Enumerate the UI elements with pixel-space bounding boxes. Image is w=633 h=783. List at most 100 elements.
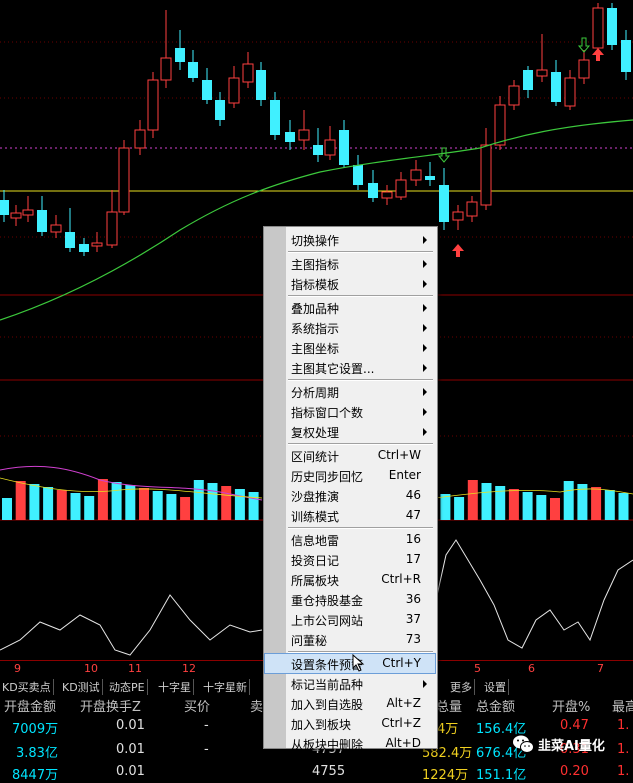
cell: 3.83亿 bbox=[16, 746, 58, 761]
candle-body-up bbox=[160, 57, 172, 81]
menu-item[interactable]: 信息地雷 16 bbox=[265, 530, 435, 549]
menu-item[interactable]: 主图指标 bbox=[265, 254, 435, 273]
submenu-arrow-icon bbox=[423, 344, 427, 352]
cell: 4755 bbox=[312, 764, 346, 779]
col-volume: 总量 bbox=[436, 700, 463, 715]
cell: - bbox=[204, 742, 209, 757]
menu-item-shortcut: Alt+D bbox=[385, 736, 421, 750]
tab-kd-test[interactable]: KD测试 bbox=[60, 679, 103, 695]
cell: 7009万 bbox=[12, 722, 59, 737]
submenu-arrow-icon bbox=[423, 324, 427, 332]
col-open-turnover: 开盘换手Z bbox=[80, 700, 141, 715]
menu-item[interactable]: 所属板块 Ctrl+R bbox=[265, 570, 435, 589]
candle-body-down bbox=[439, 185, 449, 222]
menu-item[interactable]: 系统指示 bbox=[265, 318, 435, 337]
menu-item-label: 从板块中删除 bbox=[291, 738, 364, 752]
date-tick: 9 bbox=[14, 662, 21, 675]
menu-item-label: 问董秘 bbox=[291, 634, 328, 648]
menu-item[interactable]: 复权处理 bbox=[265, 422, 435, 441]
menu-item[interactable]: 标记当前品种 bbox=[265, 674, 435, 693]
menu-item[interactable]: 上市公司网站 37 bbox=[265, 610, 435, 629]
volume-bar bbox=[481, 483, 492, 520]
candle-body-down bbox=[285, 132, 295, 142]
col-open-amount: 开盘金额 bbox=[4, 700, 57, 715]
menu-item[interactable]: 重仓持股基金 36 bbox=[265, 590, 435, 609]
menu-item[interactable]: 历史同步回忆 Enter bbox=[265, 466, 435, 485]
menu-item[interactable]: 加入到板块 Ctrl+Z bbox=[265, 714, 435, 733]
candle-body-down bbox=[37, 210, 47, 232]
volume-bar bbox=[166, 494, 177, 520]
menu-item[interactable]: 主图其它设置... bbox=[265, 358, 435, 377]
volume-bar bbox=[152, 491, 163, 520]
tab-kd-signal[interactable]: KD买卖点 bbox=[0, 679, 54, 695]
tab-dynamic-pe[interactable]: 动态PE bbox=[107, 679, 148, 695]
volume-bar bbox=[193, 480, 204, 520]
menu-separator bbox=[288, 443, 433, 445]
menu-item[interactable]: 沙盘推演 46 bbox=[265, 486, 435, 505]
candle-body-up bbox=[50, 224, 62, 233]
candle-body-up bbox=[242, 63, 254, 83]
candle-body-up bbox=[564, 77, 576, 107]
candle-body-down bbox=[0, 200, 9, 215]
cell: - bbox=[204, 718, 209, 733]
menu-item[interactable]: 分析周期 bbox=[265, 382, 435, 401]
cell: 1224万 bbox=[422, 768, 469, 783]
menu-separator bbox=[288, 251, 433, 253]
menu-item[interactable]: 投资日记 17 bbox=[265, 550, 435, 569]
volume-bar bbox=[43, 487, 54, 520]
cell: 1. bbox=[617, 718, 630, 733]
menu-item-shortcut: 16 bbox=[405, 532, 421, 546]
candle-body-down bbox=[256, 70, 266, 100]
volume-bar bbox=[508, 489, 519, 520]
menu-item[interactable]: 训练模式 47 bbox=[265, 506, 435, 525]
candle-body-up bbox=[452, 211, 464, 221]
candle-body-up bbox=[118, 147, 130, 213]
candle-body-up bbox=[592, 7, 604, 49]
cell: 0.01 bbox=[116, 718, 145, 733]
down-arrow-icon bbox=[437, 147, 451, 163]
cell: 8447万 bbox=[12, 768, 59, 783]
menu-item[interactable]: 指标模板 bbox=[265, 274, 435, 293]
candle-body-down bbox=[175, 48, 185, 62]
volume-bar bbox=[29, 484, 40, 520]
menu-item-shortcut: 73 bbox=[405, 632, 421, 646]
submenu-arrow-icon bbox=[423, 428, 427, 436]
menu-item-label: 指标模板 bbox=[291, 278, 340, 292]
volume-bar bbox=[125, 485, 136, 520]
oscillator-path bbox=[0, 594, 263, 656]
volume-bar bbox=[97, 479, 108, 520]
menu-item[interactable]: 问董秘 73 bbox=[265, 630, 435, 649]
menu-item-label: 信息地雷 bbox=[291, 534, 340, 548]
menu-item[interactable]: 加入到自选股 Alt+Z bbox=[265, 694, 435, 713]
candle-body-down bbox=[65, 232, 75, 248]
menu-item-label: 投资日记 bbox=[291, 554, 340, 568]
candle-body-up bbox=[578, 59, 590, 79]
cell: 0.20 bbox=[560, 764, 589, 779]
menu-item-shortcut: 46 bbox=[405, 488, 421, 502]
menu-item-label: 主图坐标 bbox=[291, 342, 340, 356]
menu-item[interactable]: 叠加品种 bbox=[265, 298, 435, 317]
volume-bar bbox=[84, 496, 95, 520]
volume-bar bbox=[604, 490, 615, 520]
menu-item-shortcut: Ctrl+R bbox=[381, 572, 421, 586]
col-open-pct: 开盘% bbox=[552, 700, 591, 715]
menu-item[interactable]: 从板块中删除 Alt+D bbox=[265, 734, 435, 753]
menu-item[interactable]: 指标窗口个数 bbox=[265, 402, 435, 421]
col-total-amount: 总金额 bbox=[476, 700, 516, 715]
tab-more[interactable]: 更多 bbox=[448, 679, 475, 695]
volume-bar bbox=[536, 495, 547, 520]
menu-item-label: 主图指标 bbox=[291, 258, 340, 272]
tab-doji-new[interactable]: 十字星新 bbox=[201, 679, 250, 695]
menu-item[interactable]: 切换操作 bbox=[265, 230, 435, 249]
menu-item-shortcut: Alt+Z bbox=[386, 696, 421, 710]
candle-body-down bbox=[188, 62, 198, 78]
tab-settings[interactable]: 设置 bbox=[482, 679, 509, 695]
tab-doji[interactable]: 十字星 bbox=[156, 679, 194, 695]
menu-item-shortcut: Ctrl+Y bbox=[382, 656, 421, 670]
menu-item[interactable]: 区间统计 Ctrl+W bbox=[265, 446, 435, 465]
menu-item[interactable]: 主图坐标 bbox=[265, 338, 435, 357]
menu-item[interactable]: 设置条件预警 Ctrl+Y bbox=[264, 653, 436, 674]
candle-body-up bbox=[508, 85, 520, 106]
volume-bar bbox=[15, 481, 26, 520]
volume-bar bbox=[440, 494, 451, 520]
